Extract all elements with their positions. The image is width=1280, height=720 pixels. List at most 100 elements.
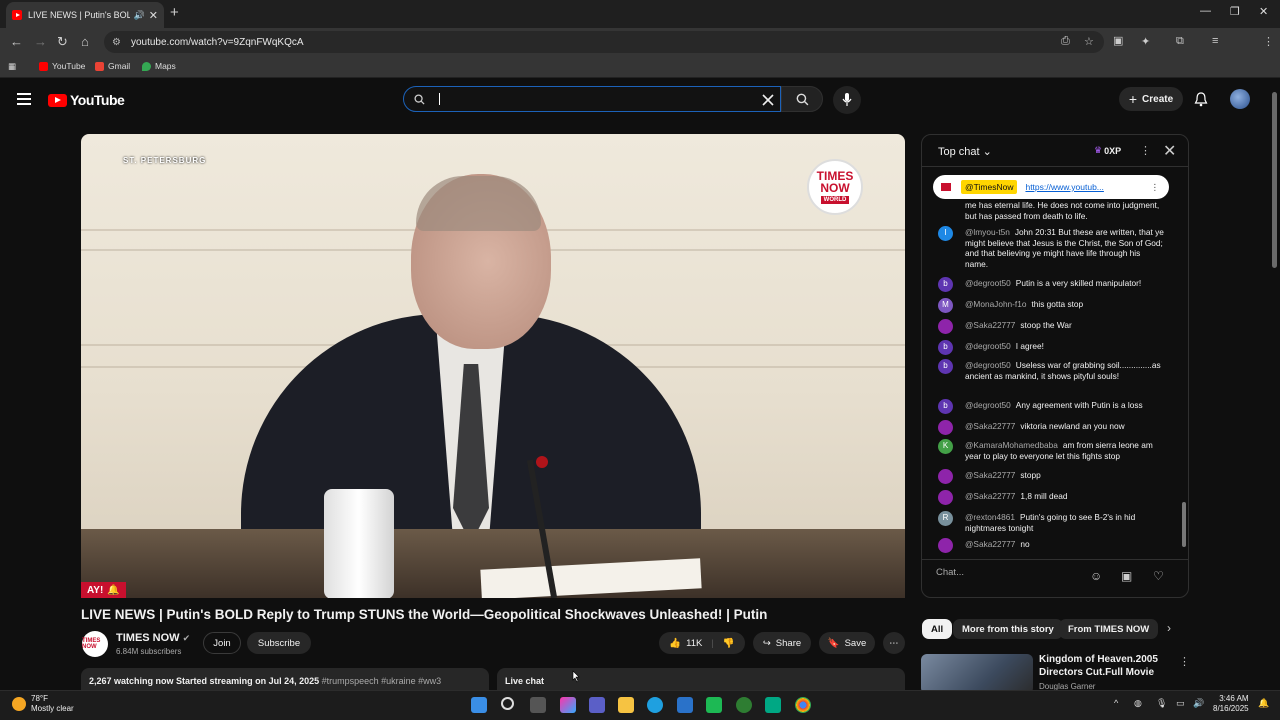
notification-icon[interactable]: 🔔 (1258, 698, 1269, 709)
video-player[interactable]: ST. PETERSBURG TIMES NOW WORLD AY! 🔔 (81, 134, 905, 598)
task-view-icon[interactable] (530, 697, 546, 713)
tab-close-icon[interactable]: ✕ (149, 9, 158, 22)
share-button[interactable]: ↪ Share (753, 632, 811, 654)
chat-close-icon[interactable]: ✕ (1163, 141, 1176, 161)
thumbs-down-icon[interactable]: 👎 (723, 638, 735, 649)
chat-author-name[interactable]: @Saka22777 (965, 470, 1015, 480)
more-actions-button[interactable]: ⋯ (883, 632, 905, 654)
notifications-bell-icon[interactable] (1194, 92, 1208, 107)
super-chat-icon[interactable]: ▣ (1121, 569, 1132, 583)
chat-author-name[interactable]: @Saka22777 (965, 539, 1015, 549)
chat-author-name[interactable]: @Saka22777 (965, 320, 1015, 330)
split-view-icon[interactable]: ⧉ (1176, 35, 1184, 48)
suggested-video-title[interactable]: Kingdom of Heaven.2005 Directors Cut.Ful… (1039, 653, 1179, 679)
window-close-icon[interactable]: ✕ (1259, 5, 1268, 18)
chat-mode-dropdown[interactable]: Top chat ⌄ (938, 145, 992, 158)
edge-icon[interactable] (647, 697, 663, 713)
extension-icon[interactable]: ▣ (1113, 34, 1123, 47)
chat-scrollbar[interactable] (1182, 175, 1186, 558)
suggested-video-thumbnail[interactable] (921, 654, 1033, 694)
chat-author-name[interactable]: @degroot50 (965, 360, 1011, 370)
channel-avatar[interactable]: TIMES NOW (82, 631, 108, 657)
chat-author-avatar[interactable]: b (938, 277, 953, 292)
teams-icon[interactable] (589, 697, 605, 713)
chrome-icon[interactable] (795, 697, 811, 713)
whatsapp-icon[interactable] (765, 697, 781, 713)
copilot-icon[interactable] (560, 697, 576, 713)
chat-author-avatar[interactable] (938, 319, 953, 334)
search-button[interactable] (781, 86, 823, 112)
maximize-icon[interactable]: ❐ (1230, 5, 1240, 18)
mail-icon[interactable] (677, 697, 693, 713)
chat-author-name[interactable]: @MonaJohn-f1o (965, 299, 1026, 309)
taskbar-search-icon[interactable] (501, 697, 514, 710)
speaker-icon[interactable]: 🔊 (134, 10, 145, 21)
chat-author-avatar[interactable]: b (938, 340, 953, 355)
tray-overflow-icon[interactable]: ^ (1114, 698, 1118, 708)
reload-icon[interactable]: ↻ (57, 34, 68, 50)
bookmark-maps[interactable]: Maps (142, 61, 176, 71)
search-input[interactable] (403, 86, 781, 112)
home-icon[interactable]: ⌂ (81, 34, 89, 49)
join-button[interactable]: Join (203, 632, 241, 654)
forward-icon[interactable]: → (34, 34, 47, 49)
tray-app-icon[interactable]: ◍ (1134, 698, 1142, 709)
chat-author-name[interactable]: @KamaraMohamedbaba (965, 440, 1058, 450)
bookmark-youtube[interactable]: YouTube (39, 61, 85, 71)
install-icon[interactable]: ⎙ (1061, 35, 1070, 48)
chat-author-avatar[interactable] (938, 420, 953, 435)
system-clock[interactable]: 3:46 AM 8/16/2025 (1213, 694, 1249, 714)
volume-icon[interactable]: 🔊 (1193, 698, 1204, 709)
page-scrollbar[interactable] (1272, 92, 1277, 268)
weather-widget[interactable]: 78°F Mostly clear (12, 694, 74, 714)
chat-author-name[interactable]: @degroot50 (965, 278, 1011, 288)
bookmark-star-icon[interactable]: ☆ (1084, 35, 1094, 48)
emoji-icon[interactable]: ☺ (1090, 569, 1102, 583)
chat-author-avatar[interactable]: M (938, 298, 953, 313)
chat-author-avatar[interactable] (938, 538, 953, 553)
chat-author-name[interactable]: @degroot50 (965, 400, 1011, 410)
account-avatar[interactable] (1230, 89, 1250, 109)
start-icon[interactable] (471, 697, 487, 713)
create-button[interactable]: + Create (1119, 87, 1183, 111)
new-tab-icon[interactable]: + (170, 4, 179, 21)
xp-badge[interactable]: ♛ 0XP (1094, 145, 1121, 156)
chat-author-avatar[interactable]: I (938, 226, 953, 241)
back-icon[interactable]: ← (10, 34, 23, 49)
voice-search-button[interactable] (833, 86, 861, 114)
chat-more-icon[interactable]: ⋮ (1140, 144, 1151, 157)
channel-name[interactable]: TIMES NOW ✔ (116, 632, 190, 644)
chat-author-name[interactable]: @lmyou-t5n (965, 227, 1010, 237)
menu-hamburger-icon[interactable] (17, 93, 31, 108)
suggested-more-icon[interactable]: ⋮ (1179, 655, 1190, 668)
youtube-logo[interactable]: YouTube (48, 92, 125, 108)
pinned-more-icon[interactable]: ⋮ (1151, 182, 1160, 193)
tray-mic-icon[interactable]: 🎙 (1156, 698, 1167, 709)
chip-more-from-story[interactable]: More from this story (953, 619, 1063, 639)
chat-input[interactable]: Chat... (936, 567, 964, 578)
browser-tab[interactable]: LIVE NEWS | Putin's BOLD R 🔊 ✕ (6, 2, 164, 28)
chat-scrollbar-thumb[interactable] (1182, 502, 1186, 547)
site-info-icon[interactable]: ⚙ (112, 37, 121, 48)
extensions-puzzle-icon[interactable]: ✦ (1141, 35, 1150, 48)
like-button[interactable]: 👍 11K (669, 638, 702, 649)
pinned-message[interactable]: @TimesNow https://www.youtub... ⋮ (933, 175, 1169, 199)
network-icon[interactable]: ▭ (1176, 698, 1185, 709)
chat-author-avatar[interactable]: b (938, 399, 953, 414)
chat-author-avatar[interactable]: b (938, 359, 953, 374)
media-control-icon[interactable]: ≡ (1212, 35, 1218, 47)
description-box[interactable]: 2,267 watching now Started streaming on … (81, 668, 489, 692)
xbox-icon[interactable] (736, 697, 752, 713)
chat-author-name[interactable]: @Saka22777 (965, 421, 1015, 431)
save-button[interactable]: 🔖 Save (819, 632, 875, 654)
browser-menu-icon[interactable]: ⋮ (1263, 35, 1274, 48)
chip-from-channel[interactable]: From TIMES NOW (1059, 619, 1159, 639)
chat-author-name[interactable]: @degroot50 (965, 341, 1011, 351)
chevron-right-icon[interactable]: › (1167, 621, 1171, 635)
chat-author-avatar[interactable] (938, 469, 953, 484)
chat-author-avatar[interactable] (938, 490, 953, 505)
bookmark-gmail[interactable]: Gmail (95, 61, 130, 71)
minimize-icon[interactable]: — (1200, 5, 1211, 17)
chip-all[interactable]: All (922, 619, 953, 639)
address-bar[interactable]: ⚙ youtube.com/watch?v=9ZqnFWqKQcA (104, 31, 1104, 53)
